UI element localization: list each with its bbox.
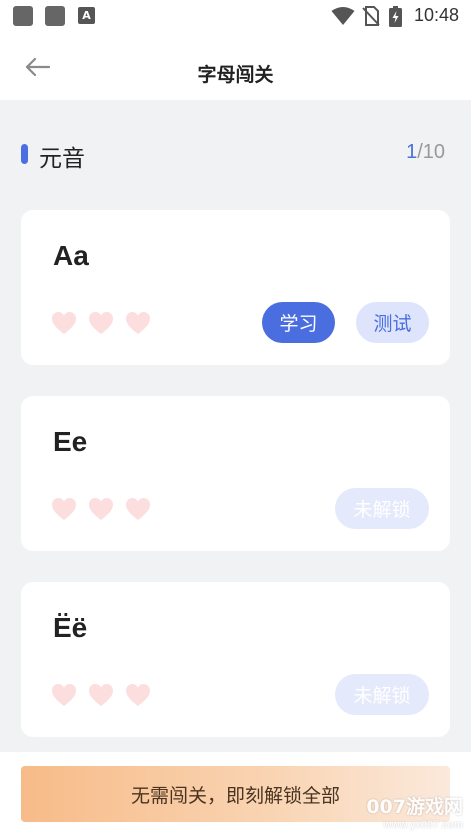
heart-icon [125,496,151,522]
status-time: 10:48 [413,5,459,25]
letter-card-aa: Aa 学习 测试 [21,210,450,365]
bottom-bar: 无需闯关，即刻解锁全部 007游戏网 www.yx007.com [0,752,471,837]
nav-bar: 字母闯关 [0,32,471,100]
heart-icon [125,310,151,336]
progress-total: /10 [417,141,445,163]
wifi-icon [331,7,355,25]
learn-button[interactable]: 学习 [262,302,335,343]
a-badge-icon: A [78,7,95,24]
progress-current: 1 [406,141,418,163]
locked-button[interactable]: 未解锁 [335,674,429,715]
section-accent-bar [21,144,28,164]
heart-icon [51,682,77,708]
card-letter: Ëë [53,612,88,643]
heart-icon [88,496,114,522]
card-letter: Aa [53,240,89,271]
hearts-rating [51,496,162,524]
square-notification-icon [13,6,33,26]
heart-icon [88,682,114,708]
card-letter: Ee [53,426,88,457]
heart-icon [51,496,77,522]
heart-icon [88,310,114,336]
watermark-main: 007游戏网 [366,796,463,818]
status-bar: A 10:48 [0,0,471,32]
watermark: 007游戏网 www.yx007.com [366,792,463,831]
no-sim-icon [362,6,380,26]
test-button[interactable]: 测试 [356,302,429,343]
watermark-url: www.yx007.com [383,819,463,831]
hearts-rating [51,682,162,710]
heart-icon [125,682,151,708]
battery-charging-icon [389,6,402,27]
section-header: 元音 1/10 [21,138,451,172]
letter-card-ee-diaeresis: Ëë 未解锁 [21,582,450,737]
hearts-rating [51,310,162,338]
letter-card-ee: Ee 未解锁 [21,396,450,551]
section-title: 元音 [39,146,85,172]
page-title: 字母闯关 [197,64,274,86]
locked-button[interactable]: 未解锁 [335,488,429,529]
square-notification-icon [45,6,65,26]
section-progress: 1/10 [406,141,445,164]
heart-icon [51,310,77,336]
